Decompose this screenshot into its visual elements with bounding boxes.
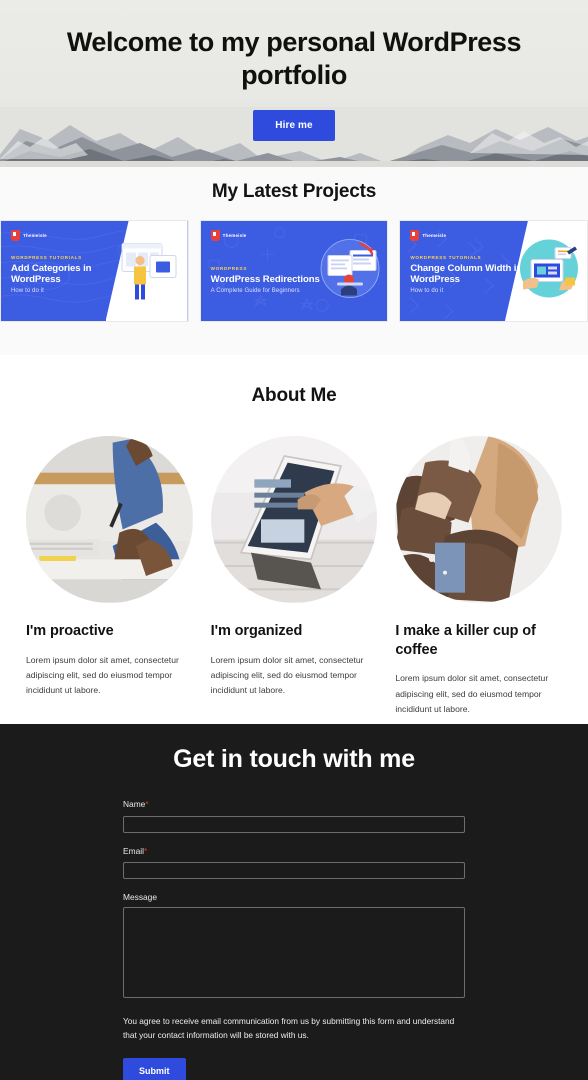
card-illustration-icon (116, 234, 182, 309)
card-eyebrow: WORDPRESS TUTORIALS (11, 254, 82, 260)
required-marker: * (145, 799, 149, 809)
about-item: I make a killer cup of coffee Lorem ipsu… (395, 436, 563, 717)
logo-mark-icon (410, 230, 420, 241)
contact-section: Get in touch with me Name* Email* Messag… (0, 724, 588, 1080)
logo-text: Themeisle (23, 233, 47, 238)
about-item-title: I make a killer cup of coffee (395, 622, 536, 658)
required-marker: * (143, 845, 148, 856)
card-text: WORDPRESS WordPress Redirections A Compl… (211, 266, 330, 294)
about-item-body: Lorem ipsum dolor sit amet, consectetur … (210, 654, 364, 696)
email-label-text: Email (123, 845, 144, 856)
about-item-title: I'm proactive (26, 622, 114, 639)
card-subtitle: A Complete Guide for Beginners (210, 288, 300, 294)
logo-mark-icon (11, 230, 20, 241)
portfolio-page: Welcome to my personal WordPress portfol… (0, 0, 588, 1080)
about-item-body: Lorem ipsum dolor sit amet, consectetur … (395, 673, 549, 714)
project-card[interactable]: Themeisle WORDPRESS WordPress Redirectio… (199, 220, 389, 322)
card-eyebrow: WORDPRESS (210, 265, 248, 271)
contact-heading: Get in touch with me (173, 745, 415, 773)
about-heading: About Me (251, 385, 337, 406)
name-label-text: Name (123, 799, 146, 809)
projects-section: My Latest Projects Themeisle WORDPRESS T… (0, 167, 588, 355)
message-textarea[interactable] (123, 907, 465, 998)
card-eyebrow: WORDPRESS TUTORIALS (410, 254, 482, 260)
logo-text: Themeisle (222, 233, 247, 238)
hero-section: Welcome to my personal WordPress portfol… (0, 0, 588, 167)
hire-me-button[interactable]: Hire me (253, 109, 335, 141)
card-subtitle: How to do it (11, 288, 44, 294)
card-title: Change Column Width in WordPress (410, 262, 523, 285)
consent-text: You agree to receive email communication… (123, 1016, 455, 1040)
card-text: WORDPRESS TUTORIALS Change Column Width … (410, 255, 529, 294)
card-subtitle: How to do it (410, 288, 444, 294)
email-label: Email* (123, 846, 465, 856)
project-card[interactable]: Themeisle WORDPRESS TUTORIALS Add Catego… (0, 220, 189, 322)
about-item-title: I'm organized (210, 622, 303, 639)
name-input[interactable] (123, 815, 465, 833)
card-illustration-icon (319, 238, 381, 305)
contact-form: Name* Email* Message You agree to receiv… (0, 799, 588, 1080)
themeisle-logo: Themeisle (410, 230, 446, 241)
about-section: About Me I'm proactive Lorem ipsum dolor… (0, 355, 588, 718)
card-title: WordPress Redirections (210, 273, 320, 285)
email-input[interactable] (123, 862, 465, 879)
about-list: I'm proactive Lorem ipsum dolor sit amet… (0, 436, 588, 717)
submit-button[interactable]: Submit (123, 1057, 186, 1080)
card-title: Add Categories in WordPress (11, 262, 92, 285)
themeisle-logo: Themeisle (210, 230, 247, 241)
about-item: I'm organized Lorem ipsum dolor sit amet… (210, 436, 378, 717)
message-label: Message (123, 892, 157, 902)
about-item: I'm proactive Lorem ipsum dolor sit amet… (26, 436, 193, 717)
themeisle-logo: Themeisle (11, 230, 47, 241)
logo-mark-icon (210, 230, 220, 241)
about-photo-organized (210, 436, 378, 603)
project-card[interactable]: Themeisle WORDPRESS TUTORIALS Change Col… (399, 220, 588, 322)
about-photo-coffee (395, 436, 563, 603)
name-label: Name* (123, 799, 465, 809)
projects-list: Themeisle WORDPRESS TUTORIALS Add Catego… (0, 220, 588, 322)
about-photo-proactive (26, 436, 193, 603)
about-item-body: Lorem ipsum dolor sit amet, consectetur … (26, 654, 179, 696)
page-title: Welcome to my personal WordPress portfol… (66, 27, 522, 91)
card-text: WORDPRESS TUTORIALS Add Categories in Wo… (11, 255, 130, 294)
projects-heading: My Latest Projects (211, 181, 377, 202)
logo-text: Themeisle (422, 233, 447, 238)
card-illustration-icon (517, 238, 581, 305)
